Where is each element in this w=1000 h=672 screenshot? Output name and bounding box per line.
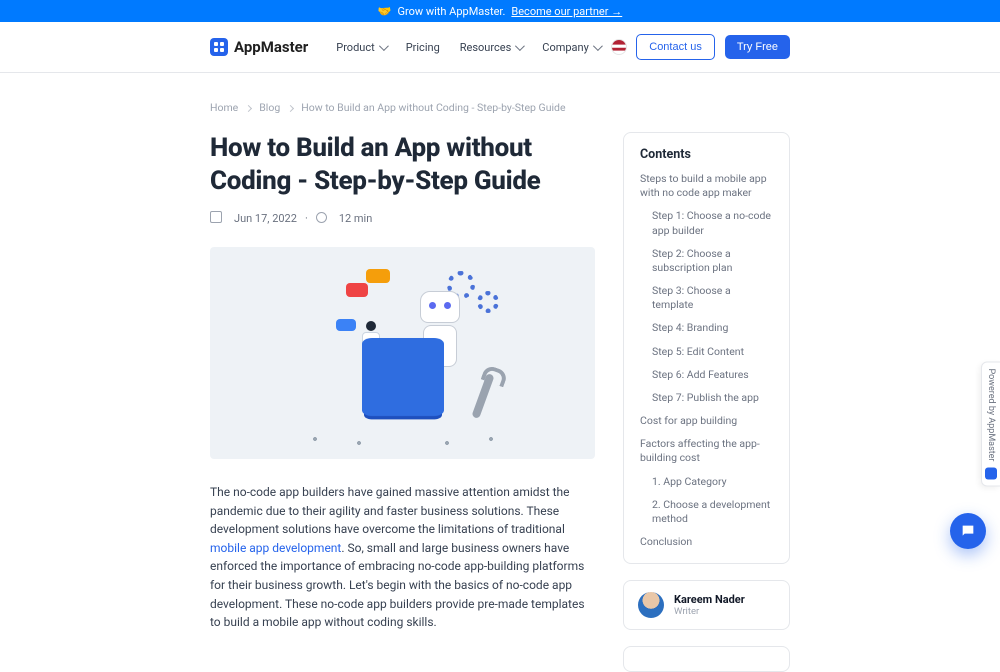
nav-pricing-label: Pricing (406, 41, 440, 54)
nav-product-label: Product (336, 41, 374, 54)
powered-by-label: Powered by AppMaster (986, 369, 996, 462)
brand-name: AppMaster (234, 38, 308, 56)
author-card: Kareem Nader Writer (623, 580, 790, 630)
primary-nav: Product Pricing Resources Company (336, 41, 600, 54)
breadcrumb-home[interactable]: Home (210, 101, 238, 114)
toc-item[interactable]: Step 2: Choose a subscription plan (640, 247, 773, 275)
toc-item[interactable]: Step 7: Publish the app (640, 391, 773, 405)
article-read-time: 12 min (339, 212, 373, 225)
chat-icon (960, 523, 976, 539)
speech-bubble-icon (366, 269, 390, 283)
hero-illustration (210, 247, 595, 459)
intro-text-1: The no-code app builders have gained mas… (210, 485, 570, 536)
brand-logo[interactable]: AppMaster (210, 38, 308, 56)
author-role: Writer (674, 606, 745, 617)
chevron-right-icon (288, 101, 293, 114)
nav-pricing[interactable]: Pricing (406, 41, 440, 54)
announcement-bar: 🤝 Grow with AppMaster. Become our partne… (0, 0, 1000, 22)
chevron-right-icon (246, 101, 251, 114)
nav-product[interactable]: Product (336, 41, 385, 54)
speech-bubble-icon (336, 319, 356, 331)
toc-item[interactable]: 2. Choose a development method (640, 498, 773, 526)
logo-mark-icon (985, 467, 997, 479)
article-intro: The no-code app builders have gained mas… (210, 483, 595, 632)
powered-by-tab[interactable]: Powered by AppMaster (981, 362, 1000, 487)
toc-item[interactable]: Cost for app building (640, 414, 773, 428)
gear-icon (477, 291, 499, 313)
handshake-emoji: 🤝 (378, 5, 392, 18)
avatar (638, 592, 664, 618)
language-flag-icon[interactable] (612, 40, 626, 54)
breadcrumb-current: How to Build an App without Coding - Ste… (301, 101, 565, 114)
speech-bubble-icon (346, 283, 368, 297)
toc-item[interactable]: Step 1: Choose a no-code app builder (640, 209, 773, 237)
sidebar: Contents Steps to build a mobile app wit… (623, 132, 790, 672)
calendar-icon (210, 211, 226, 225)
nav-company[interactable]: Company (542, 41, 600, 54)
article-date: Jun 17, 2022 (234, 212, 297, 225)
article: How to Build an App without Coding - Ste… (210, 132, 595, 672)
announcement-text: Grow with AppMaster. (397, 5, 505, 18)
toc-item[interactable]: Step 3: Choose a template (640, 284, 773, 312)
chevron-down-icon (379, 41, 386, 54)
breadcrumb-blog[interactable]: Blog (259, 101, 280, 114)
toc-item[interactable]: Step 6: Add Features (640, 368, 773, 382)
table-of-contents: Contents Steps to build a mobile app wit… (623, 132, 790, 564)
nav-company-label: Company (542, 41, 589, 54)
toc-item[interactable]: Conclusion (640, 535, 773, 549)
nav-resources[interactable]: Resources (460, 41, 523, 54)
toc-item[interactable]: 1. App Category (640, 475, 773, 489)
separator-dot (305, 212, 308, 225)
chevron-down-icon (593, 41, 600, 54)
explore-more-card (623, 646, 790, 672)
logo-mark-icon (210, 38, 228, 56)
toc-item[interactable]: Step 4: Branding (640, 321, 773, 335)
toc-item[interactable]: Steps to build a mobile app with no code… (640, 172, 773, 200)
header-actions: Contact us Try Free (612, 34, 790, 60)
announcement-cta-link[interactable]: Become our partner (511, 5, 622, 18)
page-title: How to Build an App without Coding - Ste… (210, 132, 595, 197)
toc-list: Steps to build a mobile app with no code… (640, 172, 773, 549)
breadcrumb: Home Blog How to Build an App without Co… (210, 73, 790, 114)
chat-launcher-button[interactable] (950, 513, 986, 549)
mobile-app-development-link[interactable]: mobile app development (210, 541, 341, 555)
article-meta: Jun 17, 2022 12 min (210, 211, 595, 225)
toc-heading: Contents (640, 147, 773, 162)
circuit-lines-icon (293, 407, 513, 447)
site-header: AppMaster Product Pricing Resources Comp… (0, 22, 1000, 73)
chevron-down-icon (515, 41, 522, 54)
toc-item[interactable]: Step 5: Edit Content (640, 345, 773, 359)
author-name: Kareem Nader (674, 593, 745, 606)
phone-icon (362, 338, 444, 416)
nav-resources-label: Resources (460, 41, 512, 54)
clock-icon (316, 212, 331, 225)
toc-item[interactable]: Factors affecting the app-building cost (640, 437, 773, 465)
contact-us-button[interactable]: Contact us (636, 34, 715, 60)
try-free-button[interactable]: Try Free (725, 35, 790, 59)
